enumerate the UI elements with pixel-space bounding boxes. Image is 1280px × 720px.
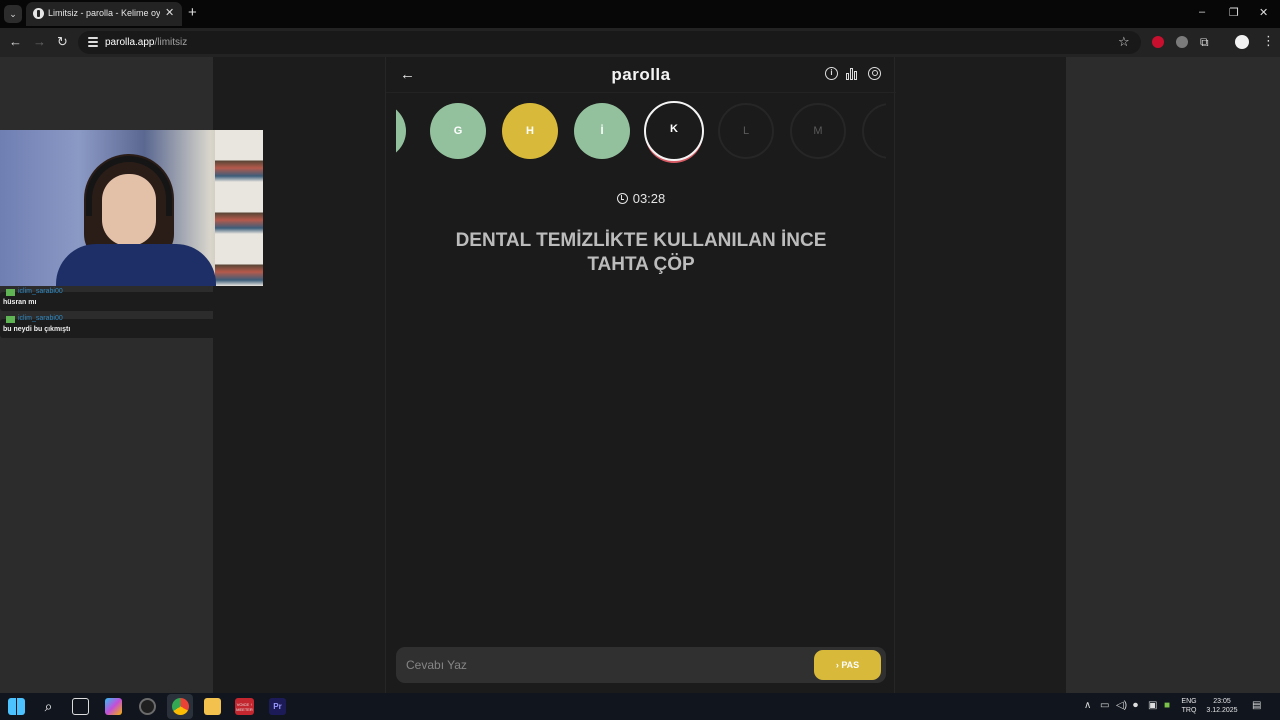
letter-circle-current: K (644, 101, 704, 161)
tab-search-button[interactable]: ⌄ (4, 5, 22, 23)
chat-badge-icon (6, 289, 15, 296)
search-icon[interactable]: ⌕ (40, 698, 57, 715)
bookshelf-background (215, 130, 263, 286)
volume-icon[interactable]: ◁) (1116, 700, 1127, 711)
tray-overflow-icon[interactable]: ∧ (1084, 700, 1091, 711)
premiere-pro-icon[interactable]: Pr (269, 698, 286, 715)
answer-input[interactable] (396, 647, 806, 683)
browser-tab-strip: ⌄ Limitsiz - parolla - Kelime oyunu ✕ + … (0, 0, 1280, 28)
clock-date: 3.12.2025 (1206, 707, 1238, 714)
letter-circle: M (790, 103, 846, 159)
system-clock[interactable]: 23:05 3.12.2025 (1202, 697, 1242, 715)
right-backdrop (1066, 57, 1280, 693)
chrome-icon[interactable] (172, 698, 189, 715)
forward-icon[interactable]: → (33, 34, 46, 50)
page-viewport: ← parolla i G H İ K L M 03:28 DENTAL TEM… (0, 57, 1280, 693)
stats-icon[interactable] (846, 67, 859, 80)
task-view-icon[interactable] (72, 698, 89, 715)
chat-username: iclim_sarabi00 (18, 315, 63, 322)
profile-avatar[interactable] (1235, 35, 1249, 49)
question-text: DENTAL TEMİZLİKTE KULLANILAN İNCE TAHTA … (455, 230, 827, 275)
browser-tab[interactable]: Limitsiz - parolla - Kelime oyunu ✕ (26, 2, 182, 26)
input-language[interactable]: ENG TRQ (1178, 697, 1200, 715)
obs-icon[interactable] (139, 698, 156, 715)
user-account-icon[interactable] (868, 67, 881, 80)
browser-menu-icon[interactable]: ⋮ (1262, 33, 1275, 49)
url-text: parolla.app/limitsiz (105, 37, 188, 48)
chat-text: bu neydi bu çıkmıştı (3, 326, 71, 333)
windows-taskbar: ⌕ VOICE ↑ MEETER Pr ∧ ▭ ◁) ⏺ ▣ ■ ENG TRQ … (0, 693, 1280, 720)
nvidia-icon[interactable]: ■ (1164, 700, 1170, 711)
clock-icon (616, 193, 628, 204)
close-window-button[interactable]: ✕ (1259, 6, 1268, 19)
close-tab-icon[interactable]: ✕ (165, 6, 174, 19)
parolla-logo: parolla (611, 65, 671, 84)
letter-circle: H (502, 103, 558, 159)
answer-bar: › PAS (396, 647, 886, 683)
chat-text: hüsran mı (3, 299, 37, 306)
chat-badge-icon (6, 316, 15, 323)
microphone-icon[interactable]: ⏺ (1133, 700, 1138, 711)
voicemeeter-label: VOICE ↑ MEETER (236, 702, 253, 712)
letter-circle: L (718, 103, 774, 159)
bookmark-star-icon[interactable]: ☆ (1118, 34, 1130, 50)
letter-circle (396, 103, 406, 159)
copilot-icon[interactable] (105, 698, 122, 715)
battery-icon[interactable]: ▭ (1100, 700, 1109, 711)
game-panel: ← parolla i G H İ K L M 03:28 DENTAL TEM… (385, 57, 896, 693)
letter-circle: G (430, 103, 486, 159)
pass-button[interactable]: › PAS (814, 650, 881, 680)
restore-window-button[interactable]: ❐ (1229, 6, 1239, 19)
chevron-right-icon: › (835, 660, 839, 670)
keyboard-layout: TRQ (1181, 707, 1197, 714)
browser-toolbar: ← → ↻ parolla.app/limitsiz ☆ ⧉ ⋮ (0, 28, 1280, 57)
reload-icon[interactable]: ↻ (57, 34, 68, 50)
extension-grey-icon[interactable] (1176, 36, 1188, 48)
voicemeeter-icon[interactable]: VOICE ↑ MEETER (235, 698, 254, 715)
clock-time: 23:05 (1213, 698, 1231, 705)
chat-message: iclim_sarabi00 hüsran mı (0, 288, 263, 311)
windows-start-icon[interactable] (8, 698, 25, 715)
stream-chat: iclim_sarabi00 hüsran mı iclim_sarabi00 … (0, 288, 263, 346)
file-explorer-icon[interactable] (204, 698, 221, 715)
chat-message: iclim_sarabi00 bu neydi bu çıkmıştı (0, 315, 263, 338)
info-icon[interactable]: i (825, 67, 838, 80)
letter-carousel: G H İ K L M (396, 101, 886, 165)
parolla-favicon-icon (33, 8, 44, 19)
chat-username: iclim_sarabi00 (18, 288, 63, 295)
streamer-hoodie (56, 244, 216, 286)
notifications-icon[interactable]: ▤ (1252, 700, 1261, 711)
extension-red-icon[interactable] (1152, 36, 1164, 48)
letter-circle (862, 103, 886, 159)
countdown-timer: 03:28 (386, 191, 896, 206)
new-tab-button[interactable]: + (188, 4, 197, 22)
minimize-window-button[interactable]: – (1199, 6, 1205, 18)
network-icon[interactable]: ▣ (1148, 700, 1157, 711)
letter-circle: İ (574, 103, 630, 159)
site-info-icon[interactable] (88, 37, 98, 47)
extensions-puzzle-icon[interactable]: ⧉ (1200, 35, 1209, 50)
language-code: ENG (1181, 698, 1197, 705)
tab-title: Limitsiz - parolla - Kelime oyunu (48, 8, 160, 18)
timer-value: 03:28 (632, 191, 666, 206)
back-icon[interactable]: ← (9, 34, 22, 50)
webcam-overlay (0, 130, 263, 286)
pass-label: PAS (841, 660, 860, 670)
address-bar[interactable]: parolla.app/limitsiz ☆ (78, 31, 1141, 54)
game-header: ← parolla i (386, 57, 896, 93)
